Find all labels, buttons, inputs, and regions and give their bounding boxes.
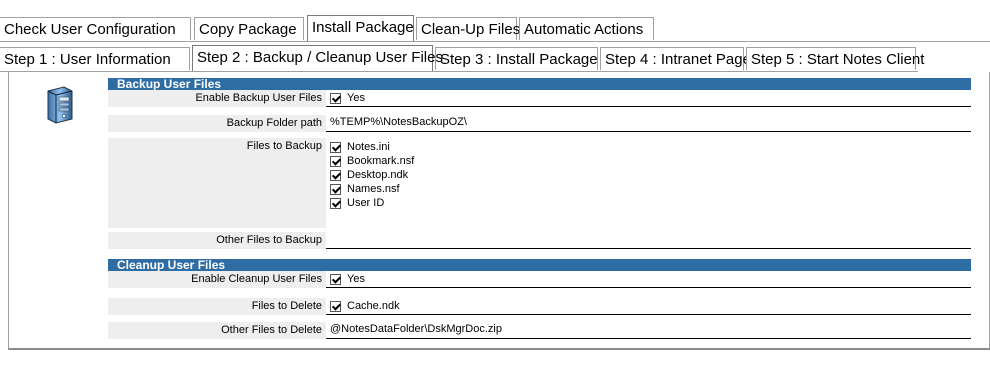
checkbox-checked-icon[interactable]	[330, 155, 341, 167]
backup-file-label: Desktop.ndk	[347, 169, 409, 181]
tab-install-package[interactable]: Install Package	[307, 15, 414, 41]
enable-backup-label: Enable Backup User Files	[108, 90, 326, 107]
other-files-delete-row: Other Files to Delete @NotesDataFolder\D…	[108, 322, 971, 339]
files-to-backup-row: Files to Backup Notes.ini Bookmark.nsf D…	[108, 138, 971, 228]
tab-step-3-install-package[interactable]: Step 3 : Install Package	[435, 47, 598, 70]
tab-step-1-user-information[interactable]: Step 1 : User Information	[0, 47, 190, 70]
checkbox-checked-icon[interactable]	[330, 273, 341, 285]
backup-file-user-id[interactable]: User ID	[330, 196, 971, 210]
computer-tower-icon	[40, 85, 80, 125]
other-files-delete-field[interactable]: @NotesDataFolder\DskMgrDoc.zip	[326, 322, 971, 339]
backup-file-notes-ini[interactable]: Notes.ini	[330, 140, 971, 154]
tab-automatic-actions[interactable]: Automatic Actions	[519, 17, 654, 40]
delete-file-label: Cache.ndk	[347, 300, 400, 312]
enable-cleanup-label: Enable Cleanup User Files	[108, 271, 326, 288]
backup-file-bookmark-nsf[interactable]: Bookmark.nsf	[330, 154, 971, 168]
files-to-delete-row: Files to Delete Cache.ndk	[108, 298, 971, 315]
files-to-delete-label: Files to Delete	[108, 298, 326, 315]
enable-backup-row: Enable Backup User Files Yes	[108, 90, 971, 107]
checkbox-checked-icon[interactable]	[330, 183, 341, 195]
checkbox-checked-icon[interactable]	[330, 141, 341, 153]
backup-file-names-nsf[interactable]: Names.nsf	[330, 182, 971, 196]
tab-row-divider	[0, 41, 990, 42]
tab-step-4-intranet-page[interactable]: Step 4 : Intranet Page	[600, 47, 751, 70]
files-to-backup-list: Notes.ini Bookmark.nsf Desktop.ndk Names…	[326, 138, 971, 228]
other-files-delete-value: @NotesDataFolder\DskMgrDoc.zip	[330, 323, 502, 335]
cleanup-section-header: Cleanup User Files	[108, 259, 971, 271]
backup-folder-field[interactable]: %TEMP%\NotesBackupOZ\	[326, 115, 971, 132]
backup-file-label: Notes.ini	[347, 141, 390, 153]
backup-file-label: Names.nsf	[347, 183, 400, 195]
files-to-backup-label: Files to Backup	[108, 138, 326, 228]
backup-folder-label: Backup Folder path	[108, 115, 326, 132]
backup-folder-value: %TEMP%\NotesBackupOZ\	[330, 116, 467, 128]
backup-section-header: Backup User Files	[108, 78, 971, 90]
tab-step-2-backup-cleanup[interactable]: Step 2 : Backup / Cleanup User Files	[192, 45, 443, 71]
files-to-delete-field: Cache.ndk	[326, 298, 971, 315]
other-files-backup-label: Other Files to Backup	[108, 232, 326, 249]
checkbox-checked-icon[interactable]	[330, 169, 341, 181]
checkbox-checked-icon[interactable]	[330, 300, 341, 312]
backup-file-desktop-ndk[interactable]: Desktop.ndk	[330, 168, 971, 182]
enable-backup-field: Yes	[326, 90, 971, 107]
backup-file-label: Bookmark.nsf	[347, 155, 415, 167]
enable-cleanup-row: Enable Cleanup User Files Yes	[108, 271, 971, 288]
enable-cleanup-field: Yes	[326, 271, 971, 288]
backup-file-label: User ID	[347, 197, 385, 209]
enable-backup-value: Yes	[347, 92, 365, 104]
checkbox-checked-icon[interactable]	[330, 92, 341, 104]
checkbox-checked-icon[interactable]	[330, 197, 341, 209]
tab-check-user-configuration[interactable]: Check User Configuration	[0, 17, 191, 40]
other-files-backup-field[interactable]	[326, 232, 971, 249]
tab-copy-package[interactable]: Copy Package	[194, 17, 304, 40]
backup-folder-row: Backup Folder path %TEMP%\NotesBackupOZ\	[108, 115, 971, 132]
tab-step-5-start-notes-client[interactable]: Step 5 : Start Notes Client	[746, 47, 924, 70]
enable-cleanup-value: Yes	[347, 273, 365, 285]
delete-file-cache-ndk[interactable]: Cache.ndk	[330, 299, 971, 313]
enable-backup-checkbox[interactable]: Yes	[330, 91, 971, 105]
other-files-backup-row: Other Files to Backup	[108, 232, 971, 249]
enable-cleanup-checkbox[interactable]: Yes	[330, 272, 971, 286]
tab-clean-up-files[interactable]: Clean-Up Files	[416, 17, 520, 40]
other-files-delete-label: Other Files to Delete	[108, 322, 326, 339]
